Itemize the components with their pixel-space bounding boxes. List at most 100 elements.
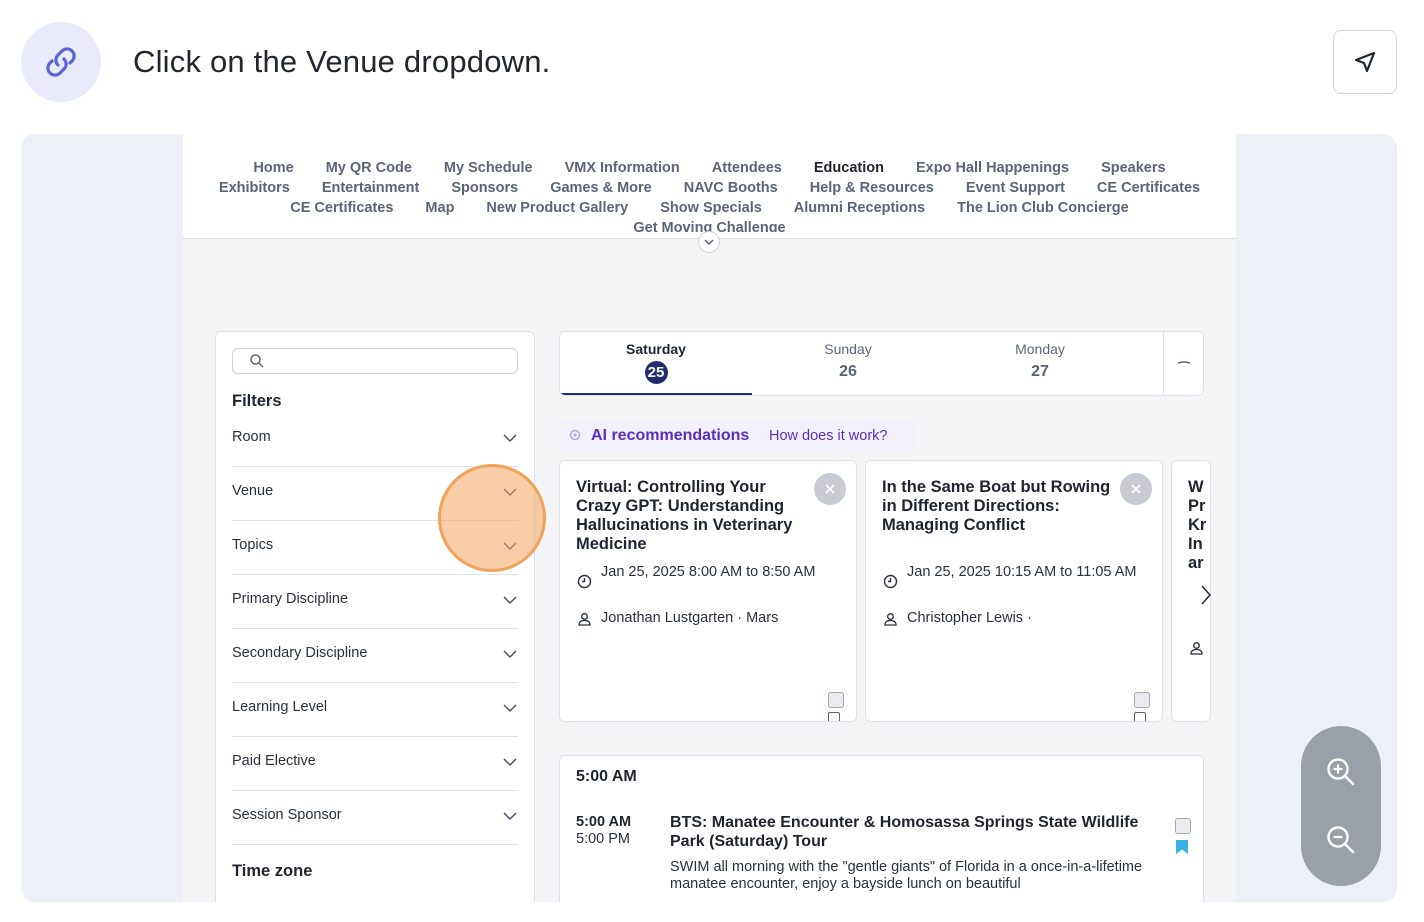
- filter-session-sponsor-dropdown[interactable]: Session Sponsor: [232, 791, 518, 845]
- filter-secondary-discipline-dropdown[interactable]: Secondary Discipline: [232, 629, 518, 683]
- close-icon: [825, 484, 835, 494]
- filter-primary-discipline-dropdown[interactable]: Primary Discipline: [232, 575, 518, 629]
- ai-recommendations-title: AI recommendations: [591, 427, 750, 444]
- nav-link[interactable]: Map: [425, 200, 454, 216]
- clock-icon: [883, 574, 898, 589]
- chevron-down-icon: [503, 596, 517, 605]
- day-number: 27: [1031, 363, 1049, 380]
- filter-paid-elective-dropdown[interactable]: Paid Elective: [232, 737, 518, 791]
- nav-link[interactable]: CE Certificates: [1097, 180, 1200, 196]
- instruction-bar: Click on the Venue dropdown.: [0, 0, 1424, 134]
- collapse-days-button[interactable]: [1163, 332, 1203, 395]
- close-icon: [1131, 484, 1141, 494]
- search-input[interactable]: [232, 348, 518, 374]
- recommendation-card[interactable]: In the Same Boat but Rowing in Different…: [865, 460, 1163, 722]
- instruction-text: Click on the Venue dropdown.: [133, 44, 551, 79]
- filters-panel: Filters Room Venue Topics Primary Discip…: [215, 331, 535, 902]
- filter-label: Learning Level: [232, 699, 328, 715]
- nav-link[interactable]: The Lion Club Concierge: [957, 200, 1129, 216]
- filter-label: Paid Elective: [232, 753, 316, 769]
- add-to-schedule-checkbox[interactable]: [1175, 818, 1191, 834]
- screenshot-frame: Home My QR Code My Schedule VMX Informat…: [21, 134, 1397, 902]
- nav-link[interactable]: Expo Hall Happenings: [916, 160, 1069, 176]
- nav-link[interactable]: My QR Code: [326, 160, 412, 176]
- zoom-out-icon: [1327, 826, 1355, 854]
- card-time: Jan 25, 2025 10:15 AM to 11:05 AM: [907, 564, 1137, 580]
- filter-learning-level-dropdown[interactable]: Learning Level: [232, 683, 518, 737]
- add-to-schedule-checkbox[interactable]: [828, 692, 844, 708]
- how-does-it-work-link[interactable]: How does it work?: [769, 428, 887, 444]
- tab-monday[interactable]: Monday 27: [944, 332, 1136, 395]
- click-highlight: [438, 464, 546, 572]
- chevron-down-icon: [503, 434, 517, 443]
- nav-link-active[interactable]: Education: [814, 160, 884, 176]
- expand-nav-button[interactable]: [698, 231, 720, 253]
- day-name: Sunday: [824, 341, 872, 357]
- zoom-controls: [1301, 726, 1381, 886]
- tab-sunday[interactable]: Sunday 26: [752, 332, 944, 395]
- nav-link[interactable]: My Schedule: [444, 160, 533, 176]
- card-speaker: Christopher Lewis ·: [907, 610, 1032, 626]
- nav-link[interactable]: NAVC Booths: [684, 180, 778, 196]
- card-title: Virtual: Controlling Your Crazy GPT: Und…: [576, 478, 793, 553]
- site-navigation: Home My QR Code My Schedule VMX Informat…: [183, 134, 1236, 253]
- filter-label: Session Sponsor: [232, 807, 342, 823]
- tab-saturday[interactable]: Saturday 25: [560, 332, 752, 395]
- speaker-icon: [578, 613, 591, 626]
- speaker-icon: [1190, 642, 1203, 655]
- chevron-down-icon: [503, 758, 517, 767]
- nav-link[interactable]: Attendees: [712, 160, 782, 176]
- filter-label: Venue: [232, 483, 274, 499]
- nav-link[interactable]: Event Support: [966, 180, 1065, 196]
- filter-label: Secondary Discipline: [232, 645, 368, 661]
- zoom-out-button[interactable]: [1321, 820, 1361, 860]
- session-title[interactable]: BTS: Manatee Encounter & Homosassa Sprin…: [670, 813, 1140, 851]
- card-speaker: Jonathan Lustgarten · Mars: [601, 610, 779, 626]
- bookmark-icon[interactable]: [1134, 712, 1146, 721]
- zoom-in-button[interactable]: [1321, 752, 1361, 792]
- filter-label: Primary Discipline: [232, 591, 349, 607]
- nav-row-3: CE Certificates Map New Product Gallery …: [183, 200, 1236, 216]
- nav-link[interactable]: New Product Gallery: [486, 200, 628, 216]
- nav-link[interactable]: Games & More: [550, 180, 652, 196]
- navigate-button[interactable]: [1333, 30, 1397, 94]
- nav-link[interactable]: Home: [253, 160, 293, 176]
- navigation-arrow-icon: [1354, 51, 1376, 73]
- chevron-right-icon: [1201, 585, 1212, 605]
- nav-link[interactable]: Show Specials: [660, 200, 762, 216]
- nav-link[interactable]: VMX Information: [565, 160, 680, 176]
- chevron-down-icon: [503, 704, 517, 713]
- clock-icon: [577, 574, 592, 589]
- recommendation-card[interactable]: Virtual: Controlling Your Crazy GPT: Und…: [559, 460, 857, 722]
- filter-room-dropdown[interactable]: Room: [232, 413, 518, 467]
- nav-link[interactable]: Alumni Receptions: [794, 200, 925, 216]
- day-name: Monday: [1015, 341, 1065, 357]
- chevron-down-icon: [704, 239, 714, 246]
- dismiss-button[interactable]: [1120, 473, 1152, 505]
- day-number: 26: [839, 363, 857, 380]
- nav-link[interactable]: Help & Resources: [810, 180, 934, 196]
- add-to-schedule-checkbox[interactable]: [1134, 692, 1150, 708]
- nav-link[interactable]: Speakers: [1101, 160, 1166, 176]
- timezone-title: Time zone: [232, 862, 313, 880]
- nav-link[interactable]: Exhibitors: [219, 180, 290, 196]
- link-icon: [46, 47, 76, 77]
- card-time: Jan 25, 2025 8:00 AM to 8:50 AM: [601, 564, 816, 580]
- nav-row-1: Home My QR Code My Schedule VMX Informat…: [183, 160, 1236, 176]
- chevron-down-icon: [503, 812, 517, 821]
- card-title: W Pr Kr In ar: [1188, 478, 1207, 572]
- minus-icon: [1177, 360, 1190, 364]
- bookmark-icon[interactable]: [1175, 839, 1189, 855]
- nav-link[interactable]: Sponsors: [451, 180, 518, 196]
- dismiss-button[interactable]: [814, 473, 846, 505]
- nav-link[interactable]: CE Certificates: [290, 200, 393, 216]
- day-tabs: Saturday 25 Sunday 26 Monday 27: [559, 331, 1204, 396]
- nav-row-2: Exhibitors Entertainment Sponsors Games …: [183, 180, 1236, 196]
- ai-sparkle-icon: [569, 429, 581, 441]
- nav-link[interactable]: Entertainment: [322, 180, 420, 196]
- speaker-icon: [884, 613, 897, 626]
- link-badge: [21, 22, 101, 102]
- bookmark-icon[interactable]: [828, 712, 840, 721]
- carousel-next-button[interactable]: [1191, 580, 1221, 610]
- day-name: Saturday: [626, 341, 686, 357]
